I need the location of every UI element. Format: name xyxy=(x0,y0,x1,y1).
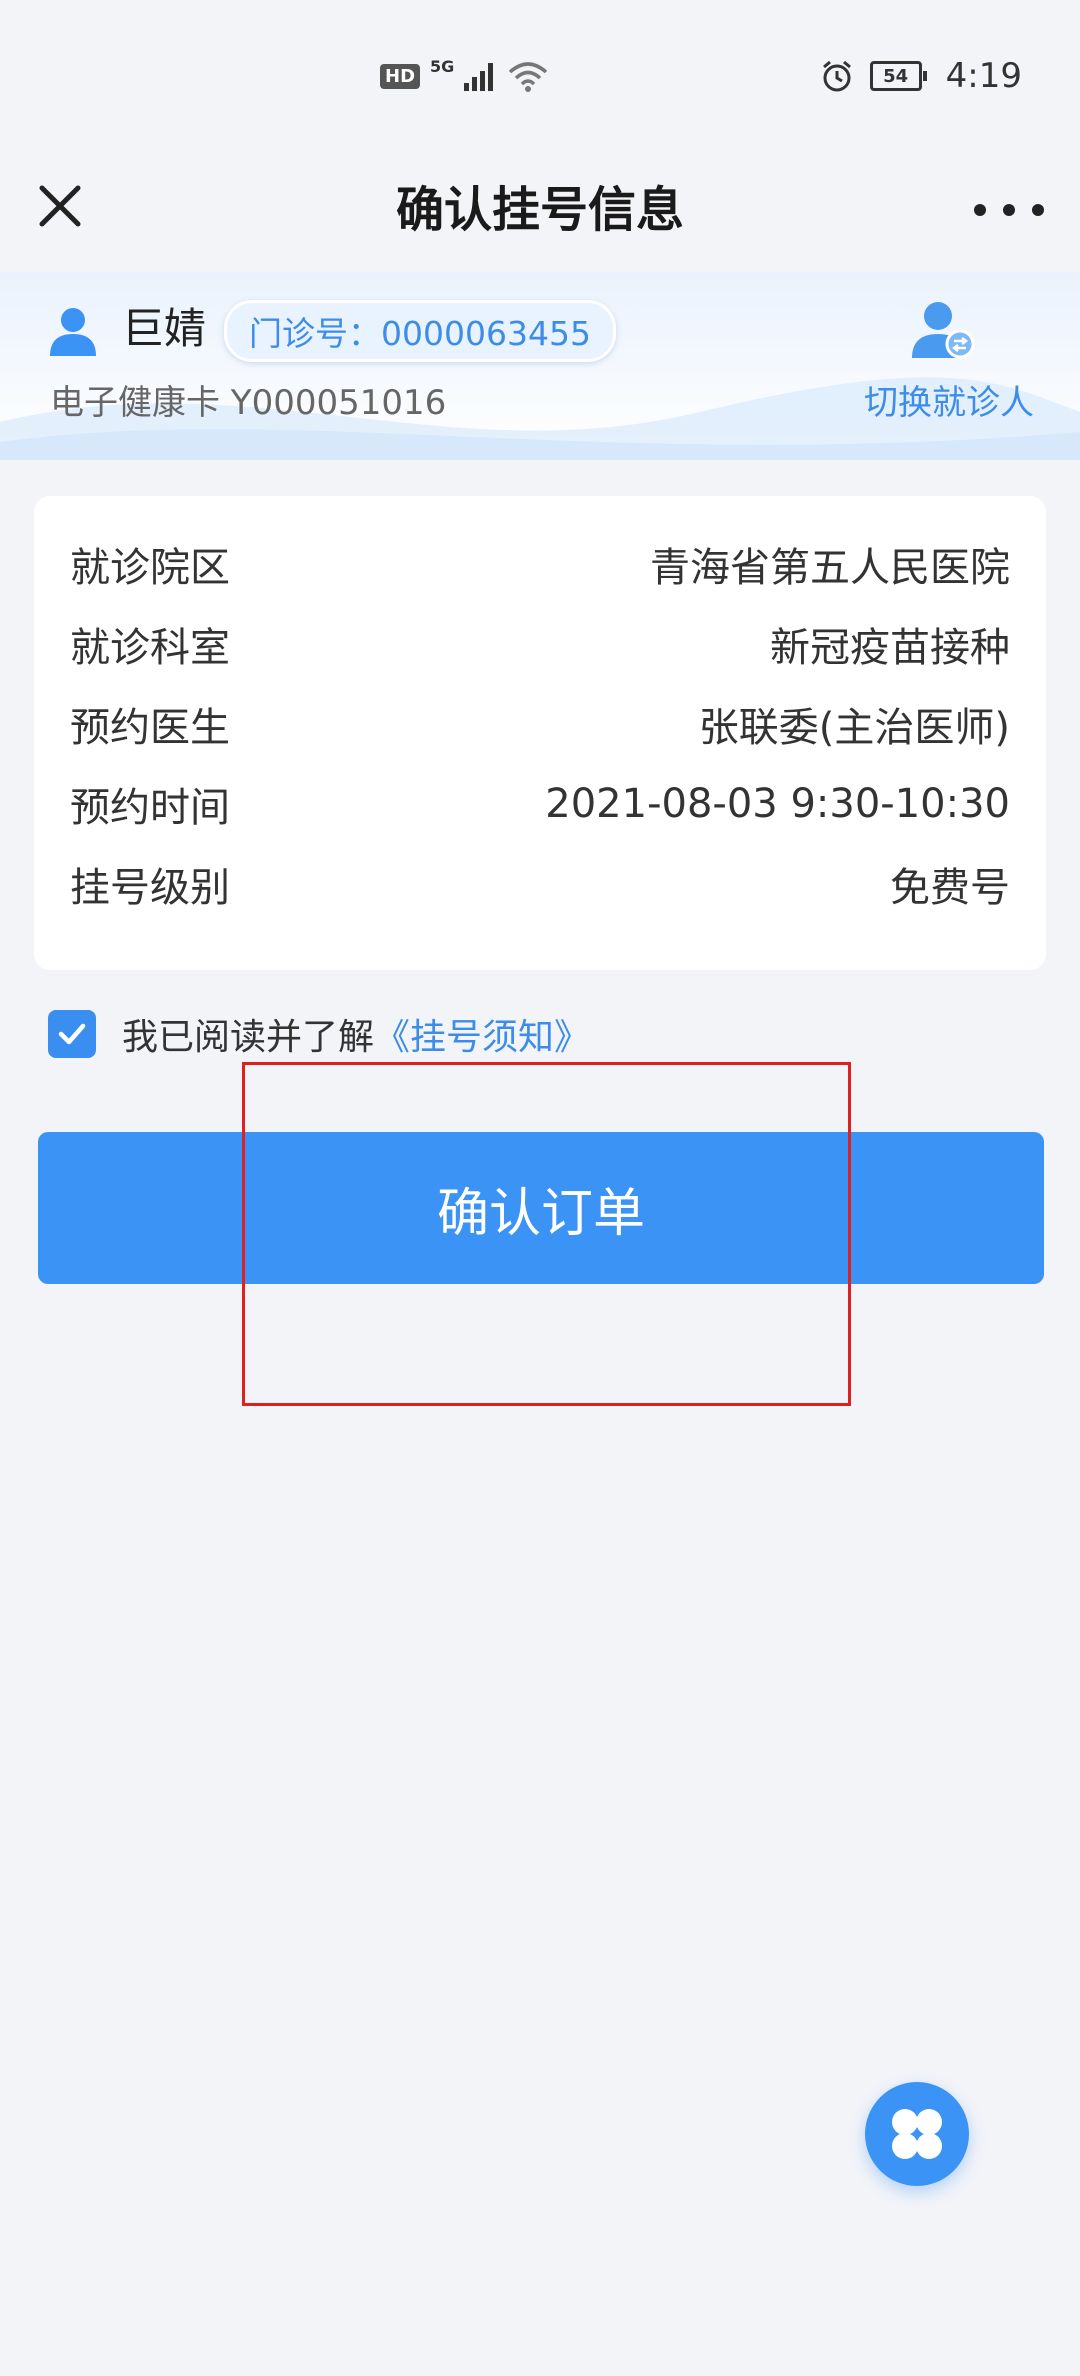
agreement-checkbox[interactable] xyxy=(48,1010,96,1058)
more-dot xyxy=(1032,204,1044,216)
more-dot xyxy=(1003,204,1015,216)
signal-icon xyxy=(464,63,494,91)
switch-patient-icon[interactable] xyxy=(908,298,978,362)
detail-row-time: 预约时间 2021-08-03 9:30-10:30 xyxy=(70,764,1010,844)
more-icon[interactable] xyxy=(974,182,1044,238)
detail-value: 张联委(主治医师) xyxy=(698,705,1010,751)
network-type: 5G xyxy=(430,56,455,76)
patient-card: 巨婧 门诊号：0000063455 电子健康卡 Y000051016 切换就诊人 xyxy=(0,272,1080,460)
detail-label: 就诊院区 xyxy=(70,545,230,591)
top-navigation: 确认挂号信息 xyxy=(0,160,1080,280)
appointment-details-card: 就诊院区 青海省第五人民医院 就诊科室 新冠疫苗接种 预约医生 张联委(主治医师… xyxy=(34,496,1046,970)
clock-time: 4:19 xyxy=(945,56,1022,96)
status-bar: HD 5G 54 4:19 xyxy=(0,0,1080,160)
checkmark-icon xyxy=(58,1023,86,1045)
page-title: 确认挂号信息 xyxy=(395,182,684,238)
detail-value: 2021-08-03 9:30-10:30 xyxy=(545,781,1010,827)
detail-value: 青海省第五人民医院 xyxy=(650,545,1010,591)
detail-row-department: 就诊科室 新冠疫苗接种 xyxy=(70,604,1010,684)
detail-label: 预约医生 xyxy=(70,705,230,751)
detail-value: 新冠疫苗接种 xyxy=(770,625,1010,671)
registration-notice-link[interactable]: 《挂号须知》 xyxy=(374,1008,590,1060)
agreement-text: 我已阅读并了解 xyxy=(122,1017,375,1058)
detail-row-doctor: 预约医生 张联委(主治医师) xyxy=(70,684,1010,764)
switch-patient-link[interactable]: 切换就诊人 xyxy=(864,378,1034,428)
network-indicators: HD 5G xyxy=(380,56,548,92)
highlight-box xyxy=(242,1062,851,1406)
clover-menu-icon xyxy=(892,2109,942,2159)
patient-name: 巨婧 xyxy=(122,304,207,353)
detail-row-campus: 就诊院区 青海省第五人民医院 xyxy=(70,524,1010,604)
user-icon xyxy=(50,308,96,356)
clinic-number-badge: 门诊号：0000063455 xyxy=(224,300,616,362)
detail-value: 免费号 xyxy=(890,865,1010,911)
system-indicators: 54 4:19 xyxy=(820,56,1022,96)
more-dot xyxy=(974,204,986,216)
detail-label: 挂号级别 xyxy=(70,865,230,911)
wifi-icon xyxy=(509,62,548,92)
floating-menu-button[interactable] xyxy=(865,2082,969,2186)
hd-badge: HD xyxy=(380,63,421,89)
detail-row-level: 挂号级别 免费号 xyxy=(70,844,1010,924)
detail-label: 预约时间 xyxy=(70,785,230,831)
health-card-number: 电子健康卡 Y000051016 xyxy=(50,383,447,423)
agreement-row: 我已阅读并了解 《挂号须知》 xyxy=(48,1008,590,1060)
battery-icon: 54 xyxy=(869,61,927,91)
detail-label: 就诊科室 xyxy=(70,625,230,671)
alarm-icon xyxy=(822,60,851,92)
